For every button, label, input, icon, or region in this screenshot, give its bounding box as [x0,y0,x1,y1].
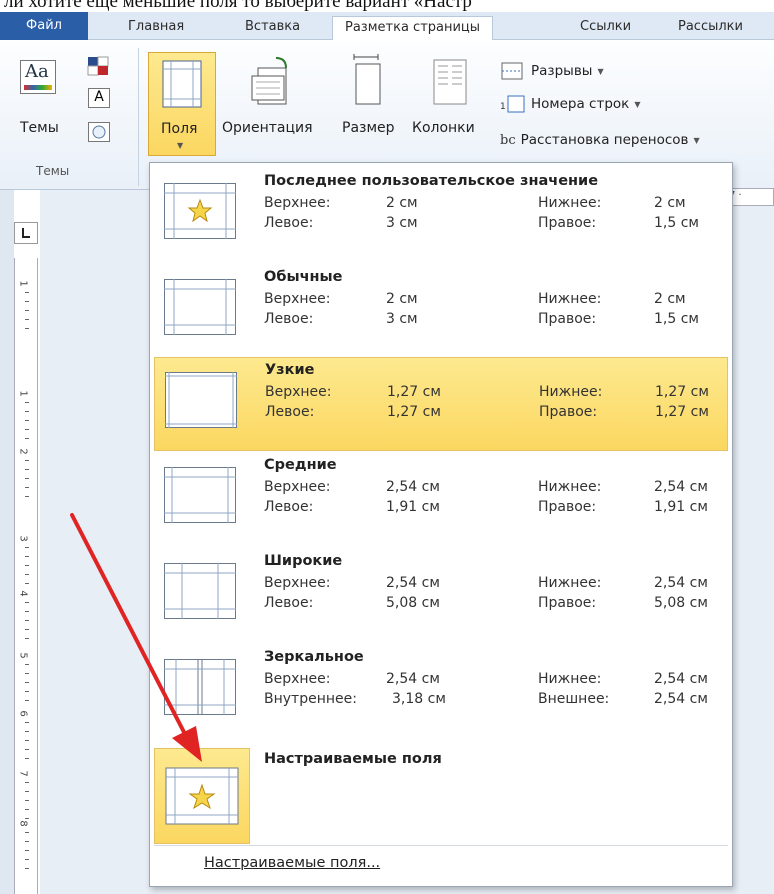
annotation-arrow [70,513,202,762]
screenshot-root: ли хотите еще меньшие поля то выберите в… [0,0,774,894]
